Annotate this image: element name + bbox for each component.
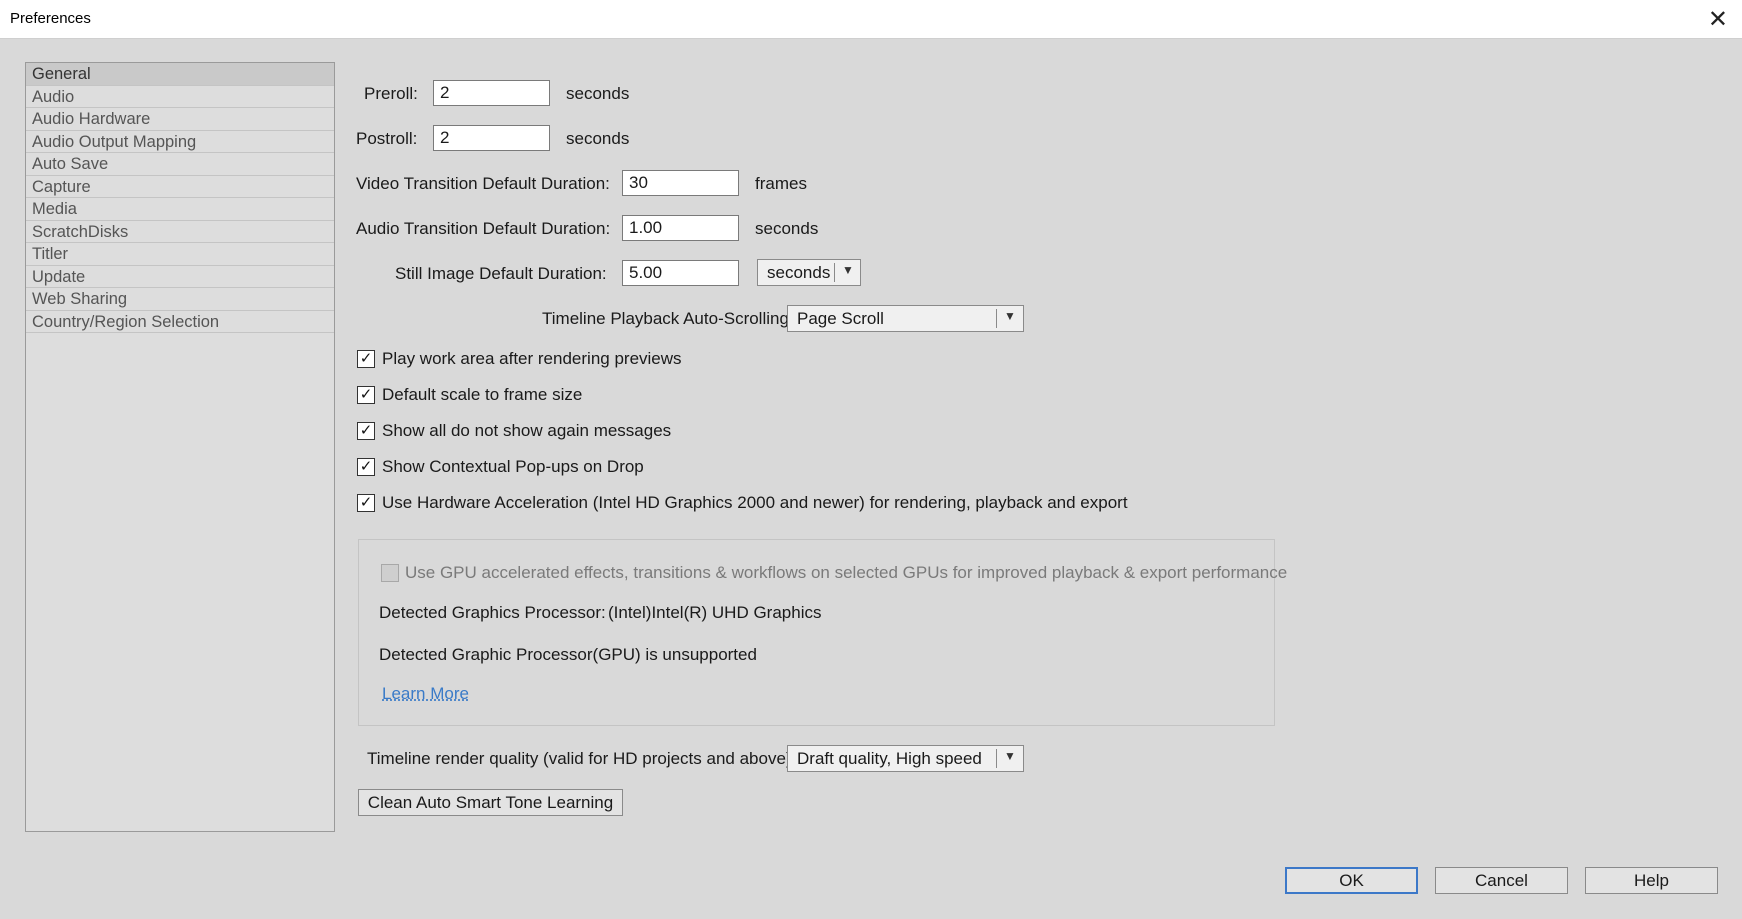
checkbox-label: Show all do not show again messages xyxy=(382,421,672,440)
still-image-unit-dropdown[interactable]: seconds ▼ xyxy=(757,259,861,286)
sidebar-item-web-sharing[interactable]: Web Sharing xyxy=(26,288,334,311)
dropdown-separator xyxy=(834,263,835,282)
render-quality-label: Timeline render quality (valid for HD pr… xyxy=(367,749,797,768)
gpu-checkbox[interactable] xyxy=(381,564,399,582)
sidebar-item-auto-save[interactable]: Auto Save xyxy=(26,153,334,176)
preferences-category-list: General Audio Audio Hardware Audio Outpu… xyxy=(25,62,335,832)
check-icon[interactable]: ✓ xyxy=(357,494,375,512)
sidebar-item-audio-hardware[interactable]: Audio Hardware xyxy=(26,108,334,131)
video-transition-input[interactable] xyxy=(622,170,739,196)
audio-transition-label: Audio Transition Default Duration: xyxy=(356,219,611,238)
check-icon[interactable]: ✓ xyxy=(357,386,375,404)
check-icon[interactable]: ✓ xyxy=(357,422,375,440)
dropdown-separator xyxy=(996,749,997,768)
close-icon[interactable]: ✕ xyxy=(1708,5,1728,34)
chevron-down-icon: ▼ xyxy=(1004,309,1016,323)
dropdown-separator xyxy=(996,309,997,328)
sidebar-item-audio[interactable]: Audio xyxy=(26,86,334,108)
gpu-checkbox-label: Use GPU accelerated effects, transitions… xyxy=(405,563,1288,582)
gpu-panel: Use GPU accelerated effects, transitions… xyxy=(358,539,1287,726)
render-quality-dropdown[interactable]: Draft quality, High speed ▼ xyxy=(787,745,1024,772)
detected-gpu-value: (Intel)Intel(R) UHD Graphics xyxy=(608,603,822,622)
sidebar-item-audio-output-mapping[interactable]: Audio Output Mapping xyxy=(26,131,334,153)
sidebar-item-titler[interactable]: Titler xyxy=(26,243,334,266)
help-button[interactable]: Help xyxy=(1585,867,1718,894)
sidebar-item-country-region[interactable]: Country/Region Selection xyxy=(26,311,334,333)
cancel-button[interactable]: Cancel xyxy=(1435,867,1568,894)
chevron-down-icon: ▼ xyxy=(842,263,854,277)
check-icon[interactable]: ✓ xyxy=(357,458,375,476)
postroll-label: Postroll: xyxy=(356,129,418,148)
chevron-down-icon: ▼ xyxy=(1004,749,1016,763)
sidebar-item-media[interactable]: Media xyxy=(26,198,334,221)
preroll-input[interactable] xyxy=(433,80,550,106)
autoscroll-dropdown[interactable]: Page Scroll ▼ xyxy=(787,305,1024,332)
postroll-input[interactable] xyxy=(433,125,550,151)
title-bar: Preferences ✕ xyxy=(0,0,1742,39)
audio-transition-input[interactable] xyxy=(622,215,739,241)
checkbox-label: Show Contextual Pop-ups on Drop xyxy=(382,457,644,476)
preroll-unit: seconds xyxy=(566,84,630,103)
postroll-unit: seconds xyxy=(566,129,630,148)
video-transition-unit: frames xyxy=(755,174,807,193)
audio-transition-unit: seconds xyxy=(755,219,819,238)
check-icon[interactable]: ✓ xyxy=(357,350,375,368)
checkbox-label: Default scale to frame size xyxy=(382,385,583,404)
checkbox-label: Play work area after rendering previews xyxy=(382,349,682,368)
autoscroll-value: Page Scroll xyxy=(797,309,884,328)
learn-more-link[interactable]: Learn More xyxy=(382,684,469,704)
ok-button[interactable]: OK xyxy=(1285,867,1418,894)
detected-gpu-label: Detected Graphics Processor: xyxy=(379,603,606,622)
clean-smart-tone-button[interactable]: Clean Auto Smart Tone Learning xyxy=(358,789,623,816)
sidebar-item-general[interactable]: General xyxy=(26,63,334,86)
sidebar-item-update[interactable]: Update xyxy=(26,266,334,288)
autoscroll-label: Timeline Playback Auto-Scrolling: xyxy=(542,309,794,328)
still-image-label: Still Image Default Duration: xyxy=(395,264,607,283)
checkbox-label: Use Hardware Acceleration (Intel HD Grap… xyxy=(382,493,1128,512)
render-quality-value: Draft quality, High speed xyxy=(797,749,982,768)
still-image-unit-value: seconds xyxy=(767,263,831,282)
preroll-label: Preroll: xyxy=(364,84,418,103)
window-title: Preferences xyxy=(10,10,91,27)
video-transition-label: Video Transition Default Duration: xyxy=(356,174,610,193)
sidebar-item-scratchdisks[interactable]: ScratchDisks xyxy=(26,221,334,243)
sidebar-item-capture[interactable]: Capture xyxy=(26,176,334,198)
gpu-unsupported-text: Detected Graphic Processor(GPU) is unsup… xyxy=(379,645,757,664)
still-image-input[interactable] xyxy=(622,260,739,286)
